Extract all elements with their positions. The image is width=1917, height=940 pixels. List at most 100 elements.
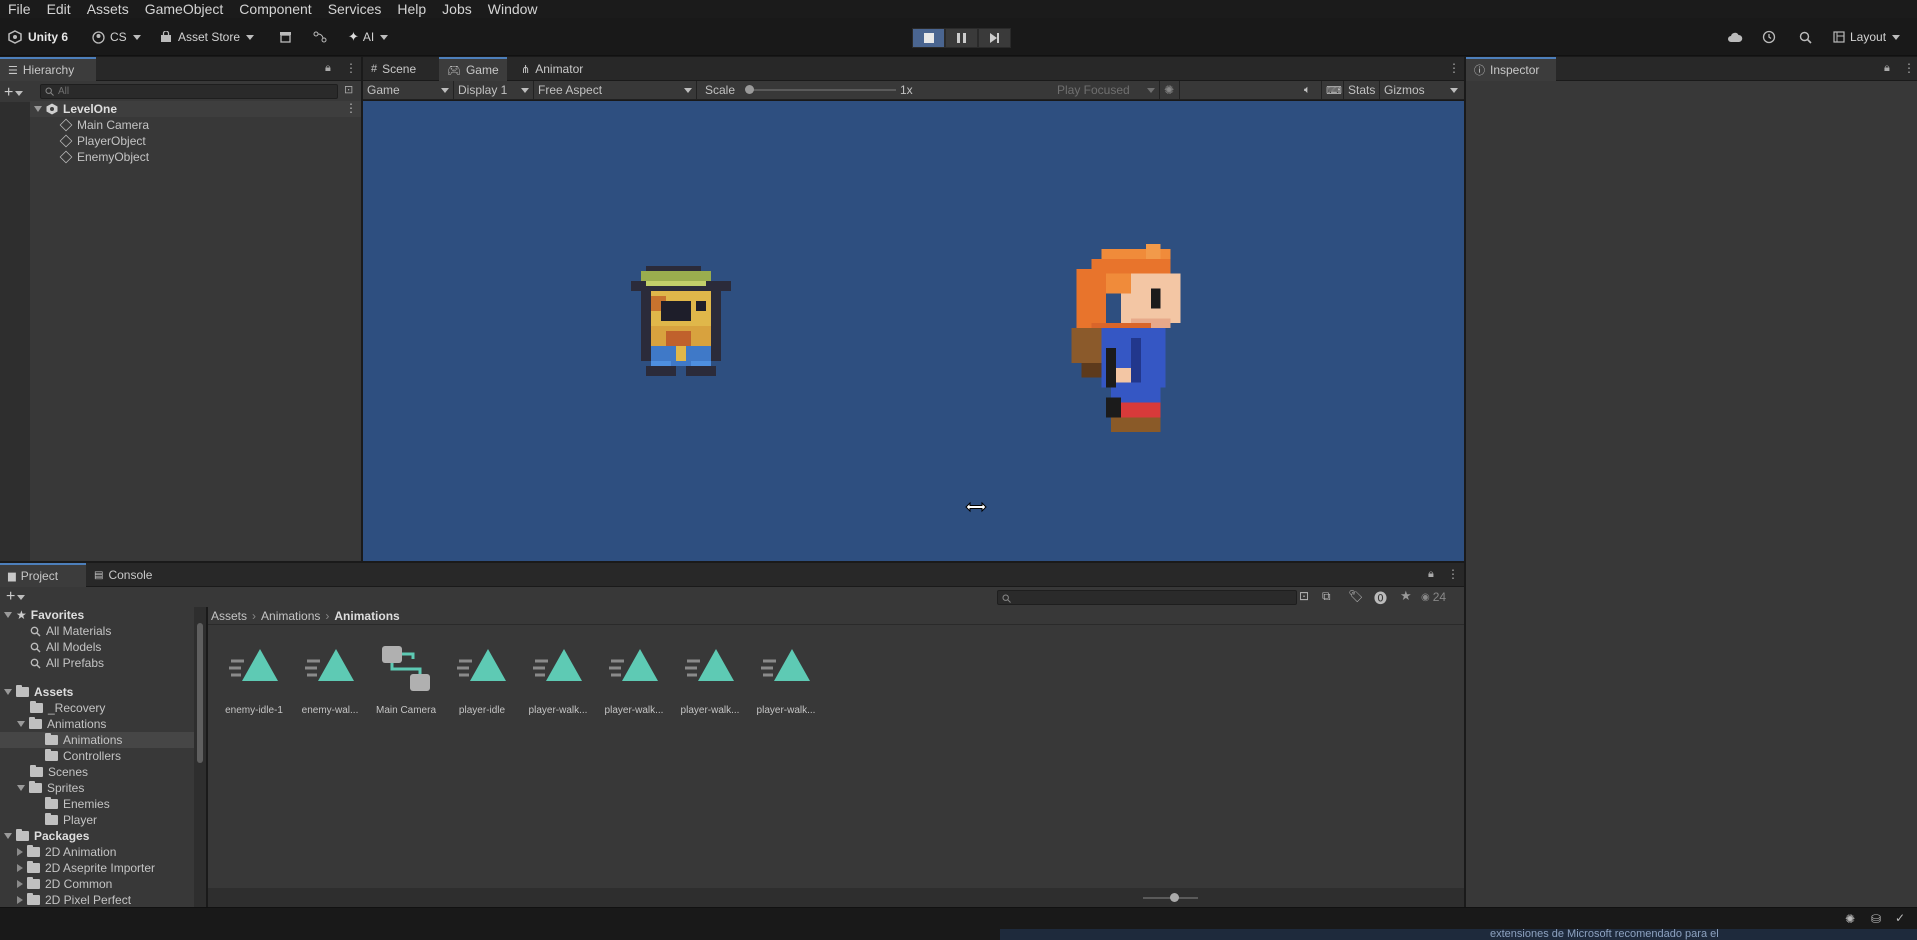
more-options-icon[interactable]: ⋮ <box>1447 567 1459 581</box>
tree-package[interactable]: 2D Animation <box>17 844 116 860</box>
more-options-icon[interactable]: ⋮ <box>1448 61 1460 75</box>
label-icon[interactable]: 🏷︎ <box>1348 589 1363 603</box>
hierarchy-item[interactable]: PlayerObject <box>59 133 146 149</box>
filter-type-icon[interactable]: ⧉ <box>1322 589 1331 604</box>
menu-window[interactable]: Window <box>480 2 546 16</box>
more-options-icon[interactable]: ⋮ <box>1903 61 1915 75</box>
game-viewport[interactable] <box>363 101 1464 561</box>
game-view-dropdown[interactable]: Game <box>363 81 454 99</box>
scrollbar-thumb[interactable] <box>197 623 203 763</box>
more-options-icon[interactable]: ⋮ <box>345 61 357 75</box>
collapsed-triangle-icon[interactable] <box>17 896 23 904</box>
tree-packages[interactable]: Packages <box>4 828 89 844</box>
tree-scrollbar[interactable] <box>194 607 206 907</box>
asset-tile[interactable]: enemy-idle-1 <box>218 645 290 716</box>
tree-folder[interactable]: Enemies <box>45 796 110 812</box>
tab-game[interactable]: 🎮︎ Game <box>439 57 507 81</box>
tab-console[interactable]: ▤ Console <box>86 563 160 587</box>
tree-package[interactable]: 2D Common <box>17 876 112 892</box>
asset-tile[interactable]: enemy-wal... <box>294 645 366 716</box>
tab-scene[interactable]: # Scene <box>363 57 424 81</box>
menu-jobs[interactable]: Jobs <box>434 2 480 16</box>
search-mode-icon[interactable]: ⊡ <box>344 83 353 96</box>
scale-slider-thumb[interactable] <box>745 85 754 94</box>
debug-button[interactable]: ✺ <box>1160 81 1180 99</box>
bug-disabled-icon[interactable]: ✺ <box>1845 912 1855 926</box>
stats-button[interactable]: Stats <box>1344 81 1380 99</box>
version-control-button[interactable] <box>313 27 327 47</box>
tab-hierarchy[interactable]: ☰ Hierarchy <box>0 57 96 81</box>
ai-dropdown[interactable]: ✦ AI <box>348 27 389 47</box>
collapsed-triangle-icon[interactable] <box>17 848 23 856</box>
star-icon[interactable]: ★ <box>1400 588 1412 604</box>
menu-component[interactable]: Component <box>231 2 319 16</box>
project-search-input[interactable] <box>997 590 1297 605</box>
more-options-icon[interactable]: ⋮ <box>345 101 357 115</box>
tree-folder[interactable]: Player <box>45 812 97 828</box>
step-button[interactable] <box>978 28 1011 48</box>
expand-triangle-icon[interactable] <box>4 689 12 695</box>
cloud-button[interactable] <box>1727 27 1743 47</box>
tab-animator[interactable]: ⋔ Animator <box>513 57 591 81</box>
collapsed-triangle-icon[interactable] <box>17 880 23 888</box>
play-focused-dropdown[interactable]: Play Focused <box>1053 81 1160 99</box>
menu-assets[interactable]: Assets <box>79 2 137 16</box>
stats-grid-button[interactable]: ⌨ <box>1322 81 1344 99</box>
breadcrumb-item[interactable]: Assets <box>211 609 247 623</box>
tab-inspector[interactable]: ⓘ Inspector <box>1466 57 1556 81</box>
check-circle-icon[interactable]: ✓ <box>1895 911 1905 925</box>
menu-services[interactable]: Services <box>320 2 390 16</box>
tree-assets[interactable]: Assets <box>4 684 73 700</box>
layout-dropdown[interactable]: Layout <box>1833 27 1901 47</box>
menu-edit[interactable]: Edit <box>39 2 79 16</box>
tree-folder[interactable]: Sprites <box>17 780 84 796</box>
icon-size-slider-thumb[interactable] <box>1170 893 1179 902</box>
unity-account-button[interactable]: Unity 6 <box>8 27 68 47</box>
asset-tile[interactable]: player-idle <box>446 645 518 716</box>
tree-folder[interactable]: Scenes <box>30 764 88 780</box>
hierarchy-item[interactable]: Main Camera <box>59 117 149 133</box>
hierarchy-item[interactable]: EnemyObject <box>59 149 149 165</box>
gizmos-dropdown[interactable]: Gizmos <box>1380 81 1464 99</box>
lock-icon[interactable]: 🔒︎ <box>1428 568 1434 581</box>
asset-tile[interactable]: player-walk... <box>598 645 670 716</box>
menu-help[interactable]: Help <box>389 2 434 16</box>
pause-button[interactable] <box>945 28 978 48</box>
asset-tile[interactable]: player-walk... <box>750 645 822 716</box>
display-dropdown[interactable]: Display 1 <box>454 81 534 99</box>
mute-button[interactable]: 🔈︎ <box>1300 81 1322 99</box>
favorite-item[interactable]: All Models <box>30 639 101 655</box>
expand-triangle-icon[interactable] <box>4 612 12 618</box>
history-button[interactable] <box>1762 27 1776 47</box>
asset-tile[interactable]: player-walk... <box>522 645 594 716</box>
tree-folder[interactable]: _Recovery <box>30 700 105 716</box>
tree-folder-selected[interactable]: Animations <box>0 732 194 748</box>
favorite-item[interactable]: All Prefabs <box>30 655 104 671</box>
lock-icon[interactable]: 🔒︎ <box>325 62 331 75</box>
tree-folder[interactable]: Controllers <box>45 748 121 764</box>
tree-favorites[interactable]: ★ Favorites <box>4 607 84 623</box>
search-button[interactable] <box>1799 27 1812 47</box>
create-button[interactable]: + <box>4 84 24 102</box>
scene-row[interactable]: LevelOne ⋮ <box>30 101 361 117</box>
warning-icon[interactable]: ⓿ <box>1374 588 1387 607</box>
aspect-dropdown[interactable]: Free Aspect <box>534 81 697 99</box>
package-button[interactable] <box>279 27 292 47</box>
cache-icon[interactable]: ⛁ <box>1871 912 1881 926</box>
expand-triangle-icon[interactable] <box>17 785 25 791</box>
tree-package[interactable]: 2D Pixel Perfect <box>17 892 131 908</box>
tree-package[interactable]: 2D Aseprite Importer <box>17 860 155 876</box>
asset-tile[interactable]: Main Camera <box>370 645 442 716</box>
menu-gameobject[interactable]: GameObject <box>137 2 232 16</box>
create-asset-button[interactable]: + <box>6 588 26 606</box>
expand-triangle-icon[interactable] <box>34 106 42 112</box>
hierarchy-search-input[interactable]: All <box>58 86 69 97</box>
collapsed-triangle-icon[interactable] <box>17 864 23 872</box>
search-by-type-icon[interactable]: ⊡ <box>1299 589 1309 603</box>
hierarchy-search[interactable]: All <box>40 84 338 99</box>
scale-slider-track[interactable] <box>748 89 896 91</box>
menu-file[interactable]: File <box>0 2 39 16</box>
account-dropdown[interactable]: CS <box>92 27 141 47</box>
tab-project[interactable]: ▆ Project <box>0 563 86 587</box>
lock-icon[interactable]: 🔒︎ <box>1884 62 1890 75</box>
